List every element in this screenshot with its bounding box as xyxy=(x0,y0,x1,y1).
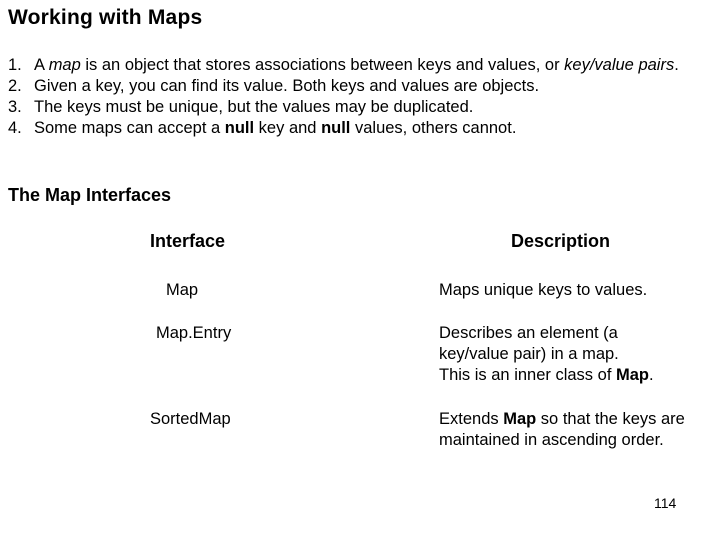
interface-cell: Map xyxy=(166,281,199,299)
description-cell: Maps unique keys to values. xyxy=(439,281,648,299)
list-number: 3. xyxy=(8,98,22,116)
list-item: 1. A map is an object that stores associ… xyxy=(8,56,679,74)
interface-cell: SortedMap xyxy=(150,410,231,428)
term-key-value-pairs: key/value pairs xyxy=(564,56,675,74)
list-item: 2. Given a key, you can find its value. … xyxy=(8,77,540,95)
list-item: 3. The keys must be unique, but the valu… xyxy=(8,98,474,116)
section-heading: The Map Interfaces xyxy=(8,185,172,205)
term-map: map xyxy=(48,56,81,74)
column-header-description: Description xyxy=(511,231,611,251)
description-cell: Extends Map so that the keys are maintai… xyxy=(439,410,685,449)
list-item: 4. Some maps can accept a null key and n… xyxy=(8,119,517,137)
list-number: 2. xyxy=(8,77,22,95)
list-number: 4. xyxy=(8,119,22,137)
list-number: 1. xyxy=(8,56,22,74)
column-header-interface: Interface xyxy=(150,231,226,251)
interface-cell: Map.Entry xyxy=(156,324,232,342)
bullet-list: 1. A map is an object that stores associ… xyxy=(8,55,710,139)
description-cell: Describes an element (a key/value pair) … xyxy=(439,324,654,384)
slide-title: Working with Maps xyxy=(8,6,203,29)
page-number: 114 xyxy=(654,495,677,511)
